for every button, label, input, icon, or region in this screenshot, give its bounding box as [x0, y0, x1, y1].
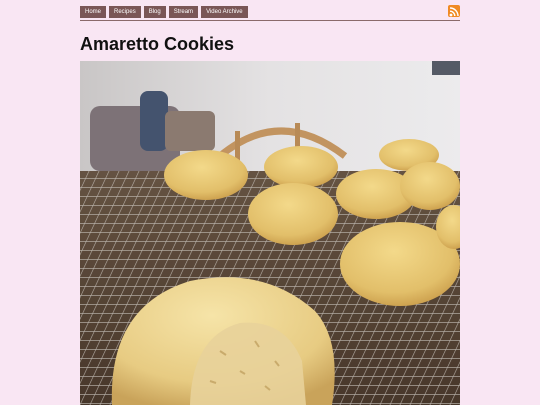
- rss-feed-icon[interactable]: [448, 5, 460, 17]
- header-divider: [80, 20, 460, 21]
- nav-blog[interactable]: Blog: [143, 6, 166, 18]
- post-title: Amaretto Cookies: [80, 34, 235, 54]
- nav-video-archive[interactable]: Video Archive: [201, 6, 248, 18]
- nav-recipes[interactable]: Recipes: [109, 6, 141, 18]
- top-navigation: Home Recipes Blog Stream Video Archive: [80, 6, 248, 18]
- nav-stream[interactable]: Stream: [168, 6, 199, 18]
- nav-home[interactable]: Home: [80, 6, 107, 18]
- cookies-photo: [80, 61, 460, 405]
